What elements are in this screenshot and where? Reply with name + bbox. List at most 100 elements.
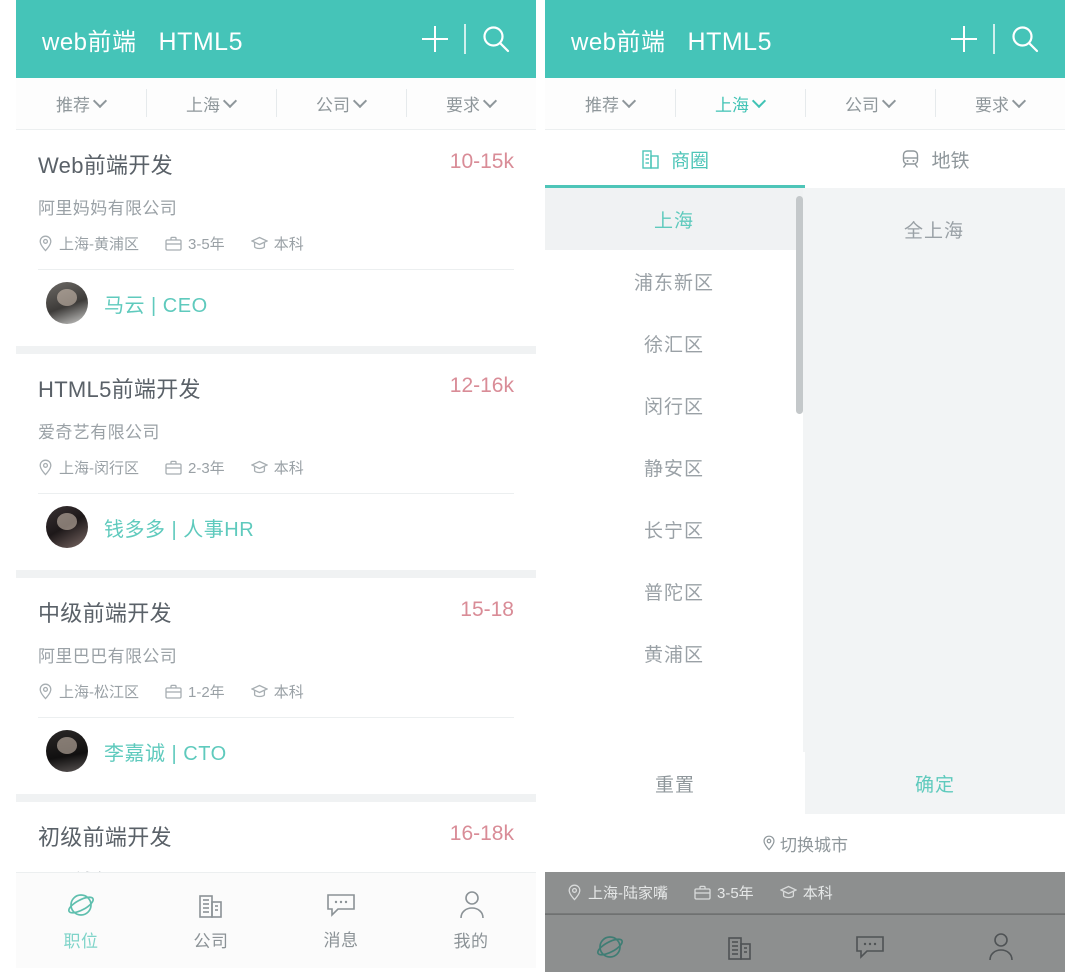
job-experience-text: 2-3年 (188, 460, 225, 477)
filter-item-3[interactable]: 要求 (406, 78, 536, 129)
filter-label: 上海 (186, 96, 220, 115)
search-icon[interactable] (480, 23, 512, 55)
district-scrollbar[interactable] (796, 192, 803, 748)
job-card[interactable]: HTML5前端开发 12-16k 爱奇艺有限公司 上海-闵行区 2-3年 本科 … (16, 354, 536, 570)
job-location: 上海-陆家嘴 (567, 882, 668, 903)
header-divider (464, 24, 466, 54)
filter-item-0[interactable]: 推荐 (16, 78, 146, 129)
header-keyword-1: web前端 (571, 28, 666, 56)
filter-item-1[interactable]: 上海 (146, 78, 276, 129)
recruiter-row[interactable]: 李嘉诚 | CTO (38, 718, 514, 786)
job-salary: 16-18k (449, 822, 514, 845)
job-experience: 3-5年 (694, 882, 754, 903)
tab-label: 公司 (723, 969, 758, 972)
bottom-tab-bar-left: 职位 公司 消息 我的 (16, 872, 536, 968)
tab-jobs[interactable]: 职位 (545, 932, 675, 972)
filter-label: 公司 (316, 96, 350, 115)
building-icon (728, 936, 751, 960)
district-item[interactable]: 闵行区 (545, 374, 803, 436)
briefcase-icon (165, 684, 182, 699)
tab-profile[interactable]: 我的 (406, 890, 536, 952)
header-actions (949, 23, 1041, 55)
recruiter-name: 钱多多 | 人事HR (104, 518, 255, 541)
job-location: 上海-黄浦区 (38, 233, 139, 254)
job-card-header: Web前端开发 10-15k (38, 148, 514, 180)
tab-label: 我的 (453, 931, 489, 951)
filter-label: 要求 (975, 96, 1009, 115)
filter-label: 推荐 (585, 96, 619, 115)
job-meta: 上海-黄浦区 3-5年 本科 (38, 233, 514, 254)
job-meta: 上海-陆家嘴 3-5年 本科 (567, 882, 833, 903)
job-card[interactable]: 初级前端开发 16-18k 58同城有限公司 上海-陆家嘴 (16, 802, 536, 872)
district-item[interactable]: 静安区 (545, 436, 803, 498)
district-item[interactable]: 浦东新区 (545, 250, 803, 312)
district-item[interactable]: 上海 (545, 188, 803, 250)
confirm-button[interactable]: 确定 (805, 752, 1065, 814)
job-company: 阿里巴巴有限公司 (38, 647, 178, 666)
filter-item-2[interactable]: 公司 (805, 78, 935, 129)
tab-companies[interactable]: 公司 (146, 890, 276, 952)
chevron-down-icon (1014, 96, 1025, 107)
picker-tab-business-district[interactable]: 商圈 (545, 130, 805, 188)
job-education-text: 本科 (273, 684, 304, 701)
app-header-left: web前端 HTML5 (16, 0, 536, 78)
job-education-text: 本科 (273, 460, 304, 477)
job-education: 本科 (250, 681, 304, 702)
sub-area-item[interactable]: 全上海 (803, 206, 1065, 252)
tab-profile[interactable]: 我的 (935, 932, 1065, 972)
header-keywords: web前端 HTML5 (571, 22, 949, 57)
location-pin-icon (763, 835, 775, 851)
tab-messages[interactable]: 消息 (276, 891, 406, 951)
picker-tab-label: 地铁 (931, 150, 970, 172)
tab-messages[interactable]: 消息 (805, 933, 935, 972)
chevron-down-icon (884, 96, 895, 107)
filter-item-0[interactable]: 推荐 (545, 78, 675, 129)
sub-area-column[interactable]: 全上海 (803, 188, 1065, 752)
district-item[interactable]: 黄浦区 (545, 622, 803, 684)
job-list[interactable]: Web前端开发 10-15k 阿里妈妈有限公司 上海-黄浦区 3-5年 本科 马… (16, 130, 536, 872)
phone-screen-area-picker: web前端 HTML5 推荐 上海 公司 要求 商圈 地铁 上海 浦东新区 徐汇… (545, 0, 1065, 972)
picker-actions: 重置 确定 (545, 752, 1065, 814)
bottom-tab-bar-right: 职位 公司 消息 (545, 914, 1065, 972)
job-experience: 3-5年 (165, 233, 225, 254)
phone-screen-joblist: web前端 HTML5 推荐 上海 公司 要求 Web前端开发 10-15k 阿… (16, 0, 536, 972)
job-card[interactable]: 中级前端开发 15-18 阿里巴巴有限公司 上海-松江区 1-2年 本科 李嘉诚… (16, 578, 536, 794)
tab-companies[interactable]: 公司 (675, 932, 805, 972)
search-icon[interactable] (1009, 23, 1041, 55)
district-item[interactable]: 普陀区 (545, 560, 803, 622)
recruiter-name: 李嘉诚 | CTO (104, 742, 227, 765)
district-item[interactable]: 徐汇区 (545, 312, 803, 374)
tab-label: 职位 (63, 931, 99, 951)
picker-tab-metro[interactable]: 地铁 (805, 130, 1065, 188)
filter-item-3[interactable]: 要求 (935, 78, 1065, 129)
plus-icon[interactable] (420, 24, 450, 54)
job-card[interactable]: Web前端开发 10-15k 阿里妈妈有限公司 上海-黄浦区 3-5年 本科 马… (16, 130, 536, 346)
header-keyword-2: HTML5 (687, 27, 772, 56)
tab-label: 消息 (853, 968, 888, 972)
scrollbar-thumb[interactable] (796, 196, 803, 414)
location-pin-icon (39, 235, 52, 252)
tab-jobs[interactable]: 职位 (16, 890, 146, 952)
location-pin-icon (39, 683, 52, 700)
job-salary: 12-16k (449, 374, 514, 397)
district-column[interactable]: 上海 浦东新区 徐汇区 闵行区 静安区 长宁区 普陀区 黄浦区 (545, 188, 803, 752)
recruiter-row[interactable]: 马云 | CEO (38, 270, 514, 338)
filter-label: 要求 (446, 96, 480, 115)
switch-city-button[interactable]: 切换城市 (545, 814, 1065, 872)
reset-button[interactable]: 重置 (545, 752, 805, 814)
switch-city-label: 切换城市 (780, 835, 848, 855)
planet-icon (597, 935, 623, 958)
district-item[interactable]: 长宁区 (545, 498, 803, 560)
job-location-text: 上海-松江区 (59, 684, 139, 701)
job-location: 上海-闵行区 (38, 457, 139, 478)
job-education: 本科 (779, 882, 833, 903)
plus-icon[interactable] (949, 24, 979, 54)
job-education: 本科 (250, 233, 304, 254)
job-company: 爱奇艺有限公司 (38, 423, 160, 442)
filter-item-2[interactable]: 公司 (276, 78, 406, 129)
avatar (46, 506, 88, 548)
filter-item-1[interactable]: 上海 (675, 78, 805, 129)
tab-label: 我的 (983, 969, 1018, 972)
recruiter-row[interactable]: 钱多多 | 人事HR (38, 494, 514, 562)
building-icon (199, 894, 222, 918)
